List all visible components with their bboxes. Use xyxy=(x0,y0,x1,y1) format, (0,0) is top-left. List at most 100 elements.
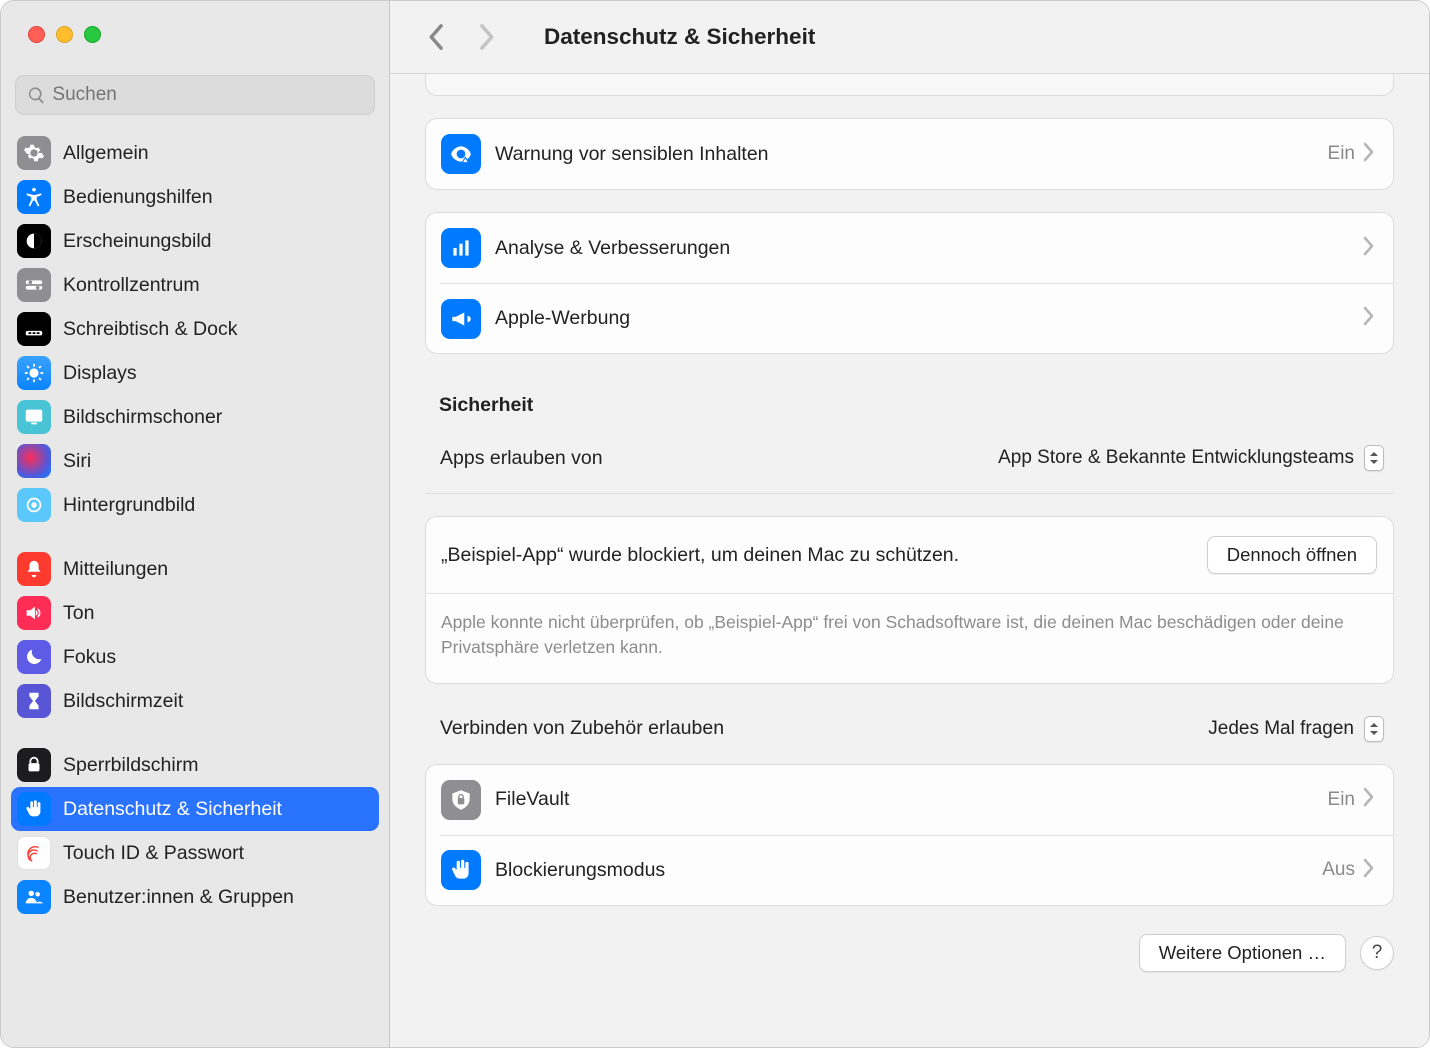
sidebar-item-displays[interactable]: Displays xyxy=(11,351,379,395)
eye-warning-icon xyxy=(441,134,481,174)
sidebar-item-notifications[interactable]: Mitteilungen xyxy=(11,547,379,591)
sidebar-item-label: Touch ID & Passwort xyxy=(63,842,244,865)
row-analytics[interactable]: Analyse & Verbesserungen xyxy=(426,213,1393,283)
chevron-right-icon xyxy=(1363,306,1375,331)
sidebar-item-accessibility[interactable]: Bedienungshilfen xyxy=(11,175,379,219)
card-analytics-ads: Analyse & Verbesserungen Apple-Werbung xyxy=(425,212,1394,354)
speaker-icon xyxy=(17,596,51,630)
toolbar: Datenschutz & Sicherheit xyxy=(390,1,1429,74)
sidebar-item-appearance[interactable]: Erscheinungsbild xyxy=(11,219,379,263)
security-heading: Sicherheit xyxy=(439,394,1394,417)
siri-icon xyxy=(17,444,51,478)
close-window-button[interactable] xyxy=(28,26,45,43)
sidebar: Allgemein Bedienungshilfen Erscheinungsb… xyxy=(1,1,390,1047)
open-anyway-button[interactable]: Dennoch öffnen xyxy=(1207,536,1377,574)
back-button[interactable] xyxy=(420,23,450,51)
row-label: Analyse & Verbesserungen xyxy=(495,237,730,260)
sidebar-item-screensaver[interactable]: Bildschirmschoner xyxy=(11,395,379,439)
sidebar-item-general[interactable]: Allgemein xyxy=(11,131,379,175)
sidebar-item-users-groups[interactable]: Benutzer:innen & Gruppen xyxy=(11,875,379,919)
sidebar-item-label: Hintergrundbild xyxy=(63,494,195,517)
search-input[interactable] xyxy=(52,84,363,106)
sidebar-item-label: Ton xyxy=(63,602,94,625)
sidebar-item-label: Bildschirmzeit xyxy=(63,690,183,713)
stepper-icon xyxy=(1364,445,1384,471)
row-lockdown[interactable]: Blockierungsmodus Aus xyxy=(440,835,1393,905)
sidebar-item-label: Kontrollzentrum xyxy=(63,274,200,297)
sidebar-item-label: Erscheinungsbild xyxy=(63,230,212,253)
search-field[interactable] xyxy=(15,75,375,115)
sidebar-item-privacy-security[interactable]: Datenschutz & Sicherheit xyxy=(11,787,379,831)
card-filevault-lockdown: FileVault Ein Blockierungsmodus Aus xyxy=(425,764,1394,906)
row-label: Warnung vor sensiblen Inhalten xyxy=(495,143,769,166)
main-pane: Datenschutz & Sicherheit Warnung vor sen… xyxy=(390,1,1429,1047)
sidebar-item-label: Sperrbildschirm xyxy=(63,754,198,777)
chevron-right-icon xyxy=(1363,787,1375,812)
row-accessories: Verbinden von Zubehör erlauben Jedes Mal… xyxy=(425,694,1394,764)
accessories-value: Jedes Mal fragen xyxy=(1208,718,1354,740)
sidebar-item-siri[interactable]: Siri xyxy=(11,439,379,483)
page-title: Datenschutz & Sicherheit xyxy=(544,24,815,50)
row-value: Ein xyxy=(1328,143,1355,165)
row-apple-ads[interactable]: Apple-Werbung xyxy=(440,283,1393,353)
row-label: FileVault xyxy=(495,788,569,811)
minimize-window-button[interactable] xyxy=(56,26,73,43)
sidebar-nav: Allgemein Bedienungshilfen Erscheinungsb… xyxy=(1,125,389,919)
sidebar-item-sound[interactable]: Ton xyxy=(11,591,379,635)
window-controls xyxy=(1,1,389,43)
stepper-icon xyxy=(1364,716,1384,742)
filevault-icon xyxy=(441,780,481,820)
accessibility-icon xyxy=(17,180,51,214)
sidebar-item-desktop-dock[interactable]: Schreibtisch & Dock xyxy=(11,307,379,351)
chevron-right-icon xyxy=(1363,236,1375,261)
forward-button[interactable] xyxy=(472,23,502,51)
row-sensitive-content[interactable]: Warnung vor sensiblen Inhalten Ein xyxy=(426,119,1393,189)
card-sensitive: Warnung vor sensiblen Inhalten Ein xyxy=(425,118,1394,190)
sidebar-item-screentime[interactable]: Bildschirmzeit xyxy=(11,679,379,723)
gear-icon xyxy=(17,136,51,170)
row-label: Blockierungsmodus xyxy=(495,859,665,882)
sidebar-item-label: Allgemein xyxy=(63,142,149,165)
wallpaper-icon xyxy=(17,488,51,522)
sidebar-item-focus[interactable]: Fokus xyxy=(11,635,379,679)
chevron-right-icon xyxy=(1363,142,1375,167)
sidebar-item-label: Fokus xyxy=(63,646,116,669)
blocked-message: „Beispiel-App“ wurde blockiert, um deine… xyxy=(441,544,959,567)
displays-icon xyxy=(17,356,51,390)
bell-icon xyxy=(17,552,51,586)
sidebar-item-control-center[interactable]: Kontrollzentrum xyxy=(11,263,379,307)
more-options-button[interactable]: Weitere Optionen … xyxy=(1139,934,1346,972)
help-button[interactable]: ? xyxy=(1360,936,1394,970)
allow-apps-label: Apps erlauben von xyxy=(440,447,603,470)
users-icon xyxy=(17,880,51,914)
accessories-select[interactable]: Jedes Mal fragen xyxy=(1208,716,1384,742)
sidebar-item-label: Bildschirmschoner xyxy=(63,406,222,429)
blocked-description: Apple konnte nicht überprüfen, ob „Beisp… xyxy=(426,593,1393,683)
search-icon xyxy=(27,85,46,106)
fullscreen-window-button[interactable] xyxy=(84,26,101,43)
control-center-icon xyxy=(17,268,51,302)
fingerprint-icon xyxy=(17,836,51,870)
screensaver-icon xyxy=(17,400,51,434)
dock-icon xyxy=(17,312,51,346)
hand-icon xyxy=(17,792,51,826)
blocked-app-panel: „Beispiel-App“ wurde blockiert, um deine… xyxy=(425,516,1394,684)
sidebar-item-label: Bedienungshilfen xyxy=(63,186,213,209)
lock-icon xyxy=(17,748,51,782)
allow-apps-select[interactable]: App Store & Bekannte Entwicklungsteams xyxy=(998,445,1384,471)
partial-card-top xyxy=(425,74,1394,96)
sidebar-item-label: Benutzer:innen & Gruppen xyxy=(63,886,294,909)
chart-icon xyxy=(441,228,481,268)
row-value: Ein xyxy=(1328,789,1355,811)
sidebar-item-touchid[interactable]: Touch ID & Passwort xyxy=(11,831,379,875)
sidebar-item-wallpaper[interactable]: Hintergrundbild xyxy=(11,483,379,527)
sidebar-item-label: Siri xyxy=(63,450,91,473)
sidebar-item-lockscreen[interactable]: Sperrbildschirm xyxy=(11,743,379,787)
appearance-icon xyxy=(17,224,51,258)
sidebar-item-label: Mitteilungen xyxy=(63,558,168,581)
sidebar-item-label: Schreibtisch & Dock xyxy=(63,318,237,341)
accessories-label: Verbinden von Zubehör erlauben xyxy=(440,717,724,740)
sidebar-item-label: Displays xyxy=(63,362,137,385)
chevron-right-icon xyxy=(1363,858,1375,883)
row-filevault[interactable]: FileVault Ein xyxy=(426,765,1393,835)
